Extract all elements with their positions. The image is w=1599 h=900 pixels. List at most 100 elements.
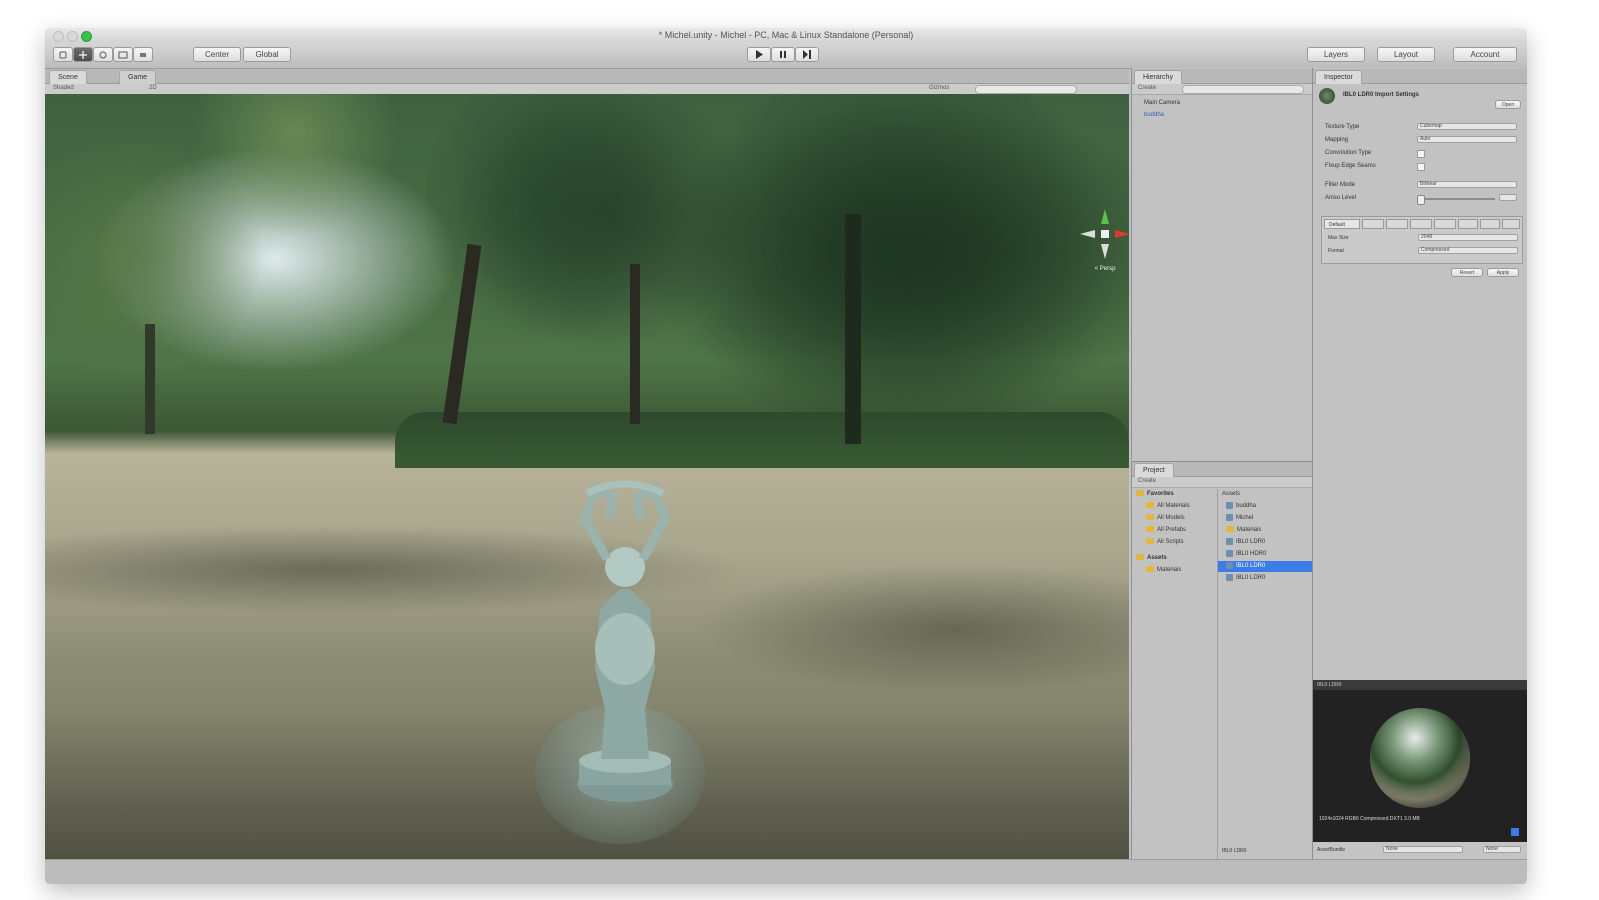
star-icon: [1136, 490, 1144, 497]
tab-hierarchy[interactable]: Hierarchy: [1134, 70, 1182, 84]
tree-foliage: [665, 94, 1129, 444]
asset-item[interactable]: buddha: [1226, 501, 1256, 512]
move-tool-icon[interactable]: [73, 47, 93, 62]
platform-tab-android[interactable]: [1434, 219, 1456, 229]
platform-tab-ios[interactable]: [1410, 219, 1432, 229]
inspector-tab-bar: Inspector: [1313, 69, 1527, 84]
rect-tool-icon[interactable]: [133, 47, 153, 62]
preview-panel: IBL0 LDR0 1024x1024 RGB6 Compressed DXT1…: [1312, 680, 1527, 859]
platform-tab-web[interactable]: [1386, 219, 1408, 229]
project-assets-column: Assets buddha Michel Materials IBL0 LDR0…: [1218, 489, 1312, 859]
assetbundle-dropdown[interactable]: None: [1383, 846, 1463, 853]
asset-item[interactable]: Materials: [1226, 525, 1261, 536]
apply-button[interactable]: Apply: [1487, 268, 1519, 277]
field-label: Mapping: [1325, 137, 1349, 143]
pivot-toggle-button[interactable]: Center: [193, 47, 241, 62]
hierarchy-create-dropdown[interactable]: Create: [1138, 85, 1156, 91]
field-label: Format: [1328, 248, 1344, 254]
tab-inspector[interactable]: Inspector: [1315, 70, 1362, 84]
space-toggle-button[interactable]: Global: [243, 47, 291, 62]
asset-item[interactable]: IBL0 HDR0: [1226, 549, 1266, 560]
scene-search-input[interactable]: [975, 85, 1077, 94]
rotate-tool-icon[interactable]: [93, 47, 113, 62]
asset-label: Materials: [1237, 527, 1262, 533]
favorites-item[interactable]: All Scripts: [1146, 537, 1184, 548]
scale-tool-icon[interactable]: [113, 47, 133, 62]
scene-icon: [1226, 513, 1233, 521]
hierarchy-toolbar: Create: [1132, 84, 1312, 95]
tree-trunk: [145, 324, 155, 434]
max-size-dropdown[interactable]: 2048: [1418, 234, 1518, 241]
platform-tab-wp8[interactable]: [1480, 219, 1500, 229]
platform-tab-windows-store[interactable]: [1502, 219, 1520, 229]
platform-default-label: Default: [1329, 222, 1345, 228]
account-dropdown[interactable]: Account: [1453, 47, 1517, 62]
layout-dropdown[interactable]: Layout: [1377, 47, 1435, 62]
favorites-item[interactable]: All Prefabs: [1146, 525, 1186, 536]
tab-scene[interactable]: Scene: [49, 70, 87, 84]
layers-dropdown[interactable]: Layers: [1307, 47, 1365, 62]
favorites-item-label: All Prefabs: [1157, 527, 1187, 533]
hierarchy-item-main-camera[interactable]: Main Camera: [1144, 98, 1180, 109]
favorites-item[interactable]: All Materials: [1146, 501, 1190, 512]
project-tab-label: Project: [1143, 467, 1165, 474]
tab-project[interactable]: Project: [1134, 463, 1174, 477]
assets-root[interactable]: Assets: [1136, 553, 1167, 564]
hierarchy-item-buddha[interactable]: buddha: [1144, 110, 1164, 121]
preview-title: IBL0 LDR0: [1317, 682, 1342, 688]
inspector-asset-title: IBL0 LDR0 Import Settings: [1343, 92, 1420, 98]
assets-header: Assets: [1222, 491, 1241, 497]
play-button[interactable]: [747, 47, 771, 62]
asset-item-selected[interactable]: IBL0 LDR0: [1218, 561, 1312, 572]
aniso-level-input[interactable]: [1499, 194, 1517, 201]
scene-tab-label: Scene: [58, 74, 78, 81]
svg-text:< Persp: < Persp: [1095, 266, 1117, 272]
project-panel: Project Create Favorites All Materials A…: [1131, 461, 1312, 860]
platform-tab-blackberry[interactable]: [1458, 219, 1478, 229]
fixup-edge-seams-checkbox[interactable]: [1417, 163, 1425, 171]
pause-button[interactable]: [771, 47, 795, 62]
hand-tool-icon[interactable]: [53, 47, 73, 62]
favorites-item-label: All Scripts: [1157, 539, 1184, 545]
2d-toggle[interactable]: 2D: [149, 85, 157, 91]
favorites-item-label: All Models: [1157, 515, 1185, 521]
orientation-gizmo[interactable]: < Persp: [1075, 204, 1129, 274]
assetbundle-variant-dropdown[interactable]: None: [1483, 846, 1521, 853]
hierarchy-search-input[interactable]: [1182, 85, 1304, 94]
filter-mode-dropdown[interactable]: Bilinear: [1417, 181, 1517, 188]
cubemap-preview-sphere[interactable]: [1370, 708, 1470, 808]
gizmos-dropdown[interactable]: Gizmos: [929, 85, 949, 91]
favorites-label: Favorites: [1147, 491, 1174, 497]
platform-tab-standalone[interactable]: [1362, 219, 1384, 229]
preview-toggle-icon[interactable]: [1511, 828, 1519, 836]
platform-tab-default[interactable]: Default: [1324, 219, 1360, 229]
convolution-checkbox[interactable]: [1417, 150, 1425, 158]
favorites-item[interactable]: All Models: [1146, 513, 1185, 524]
asset-item[interactable]: Michel: [1226, 513, 1253, 524]
scene-viewport[interactable]: < Persp: [45, 94, 1129, 859]
project-create-dropdown[interactable]: Create: [1138, 478, 1156, 484]
title-bar: * Michel.unity - Michel - PC, Mac & Linu…: [45, 28, 1527, 44]
hierarchy-tab-label: Hierarchy: [1143, 74, 1173, 81]
aniso-slider-track[interactable]: [1417, 198, 1495, 200]
mapping-dropdown[interactable]: Auto: [1417, 136, 1517, 143]
texture-icon: [1226, 573, 1233, 581]
asset-item[interactable]: IBL0 LDR0: [1226, 537, 1265, 548]
texture-type-dropdown[interactable]: Cubemap: [1417, 123, 1517, 130]
format-dropdown[interactable]: Compressed: [1418, 247, 1518, 254]
project-tab-bar: Project: [1132, 462, 1312, 477]
aniso-slider-handle[interactable]: [1417, 195, 1425, 205]
favorites-header[interactable]: Favorites: [1136, 489, 1174, 500]
window-title: * Michel.unity - Michel - PC, Mac & Linu…: [658, 30, 914, 40]
tab-game[interactable]: Game: [119, 70, 157, 84]
assets-root-child[interactable]: Materials: [1146, 565, 1181, 576]
asset-label: IBL0 LDR0: [1236, 575, 1266, 581]
shading-mode-dropdown[interactable]: Shaded: [53, 85, 74, 91]
step-button[interactable]: [795, 47, 819, 62]
folder-icon: [1136, 554, 1144, 561]
buddha-statue[interactable]: [565, 479, 685, 809]
field-label: Filter Mode: [1325, 182, 1356, 188]
asset-item[interactable]: IBL0 LDR0: [1226, 573, 1265, 584]
revert-button[interactable]: Revert: [1451, 268, 1483, 277]
open-button[interactable]: Open: [1495, 100, 1521, 109]
